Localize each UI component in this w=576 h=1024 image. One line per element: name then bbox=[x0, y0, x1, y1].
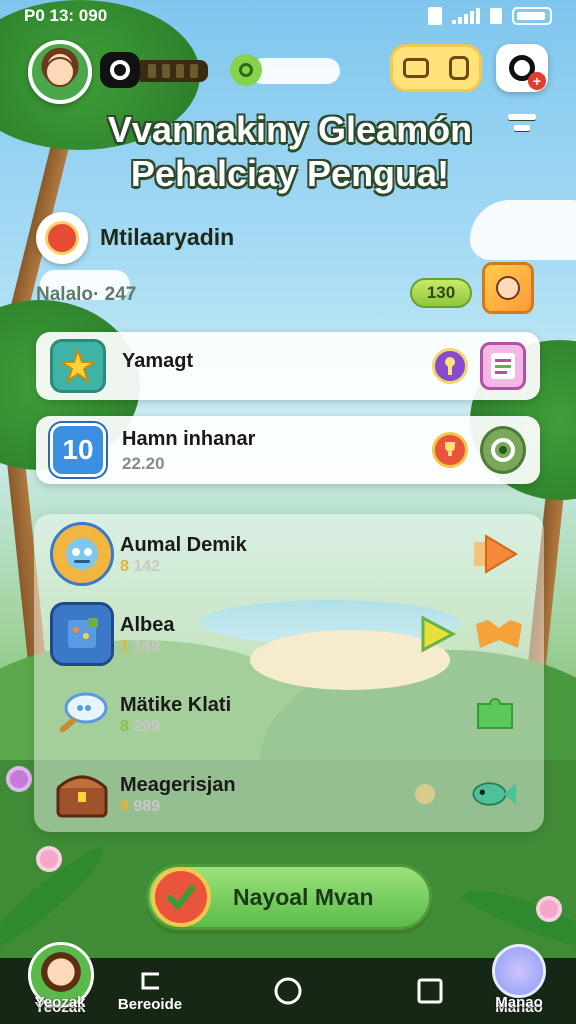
list-item[interactable]: Meagerisjan 8 989 bbox=[34, 754, 544, 834]
heart-icon bbox=[45, 221, 79, 255]
section-title: Mtilaaryadin bbox=[100, 224, 235, 250]
list-item[interactable]: Albea 1 149 bbox=[34, 594, 544, 674]
item-name: Mätike Klati bbox=[120, 694, 232, 716]
trophy-icon[interactable] bbox=[432, 432, 468, 468]
arrow-right-icon[interactable] bbox=[412, 612, 462, 656]
status-bar: P0 13: 090 bbox=[0, 0, 576, 32]
item-name: Albea bbox=[120, 614, 175, 636]
level-number: 10 bbox=[62, 434, 94, 465]
card-label: Hamn inhanar bbox=[122, 428, 256, 450]
status-icons bbox=[428, 7, 552, 25]
flower bbox=[540, 900, 558, 918]
item-name: Aumal Demik bbox=[120, 534, 247, 556]
title-line-2: Pehalciay Pengua! bbox=[130, 153, 450, 194]
item-number: 1 149 bbox=[120, 638, 161, 655]
nav-item-back[interactable]: Bereoide bbox=[110, 958, 190, 1024]
checkmark-icon bbox=[151, 867, 211, 927]
target-icon[interactable] bbox=[480, 426, 526, 474]
item-name: Meagerisjan bbox=[120, 774, 236, 796]
key-icon[interactable] bbox=[432, 348, 468, 384]
nav-item-recents[interactable] bbox=[404, 958, 456, 1024]
refresh-button[interactable] bbox=[230, 54, 262, 86]
item-number: 8 142 bbox=[120, 558, 161, 575]
item-number: 8 299 bbox=[120, 718, 161, 735]
card-item[interactable]: 10 Hamn inhanar 22.20 bbox=[36, 416, 540, 484]
card-item[interactable]: Yamagt bbox=[36, 332, 540, 400]
list-item[interactable]: Mätike Klati 8 299 bbox=[34, 674, 544, 754]
flower bbox=[40, 850, 58, 868]
notes-icon[interactable] bbox=[480, 342, 526, 390]
character-thumbnail[interactable] bbox=[482, 262, 534, 314]
primary-action-button[interactable]: Nayoal Mvan bbox=[146, 864, 432, 930]
section-icon bbox=[36, 212, 88, 264]
primary-action-label: Nayoal Mvan bbox=[233, 883, 374, 910]
cloud bbox=[250, 58, 340, 84]
section-sub-label: Nalalo· 247 bbox=[36, 284, 137, 305]
notification-badge: + bbox=[528, 72, 546, 90]
nav-label: Bereoide bbox=[117, 995, 183, 1013]
list-item[interactable]: Aumal Demik 8 142 bbox=[34, 514, 544, 594]
status-time: P0 13: 090 bbox=[24, 6, 108, 25]
battery-icon bbox=[512, 7, 552, 25]
camera-icon bbox=[110, 60, 130, 80]
level-icon: 10 bbox=[50, 423, 106, 477]
menu-bubble-icon[interactable] bbox=[492, 944, 546, 998]
refresh-icon bbox=[239, 63, 253, 77]
wifi-icon bbox=[490, 8, 502, 24]
wallet-icon bbox=[403, 58, 429, 78]
character-face-icon bbox=[496, 276, 520, 300]
title-line-1: Vvannakiny Gleamón bbox=[107, 109, 473, 150]
play-arrow-icon[interactable] bbox=[470, 532, 520, 576]
signal-icon bbox=[452, 8, 480, 24]
flower bbox=[10, 770, 28, 788]
nav-item-home[interactable] bbox=[262, 958, 314, 1024]
nav-label-overlay: Yeozak bbox=[34, 994, 86, 1011]
sim-icon bbox=[428, 7, 442, 25]
card-label: Yamagt bbox=[122, 350, 194, 372]
xp-progress-bar bbox=[140, 60, 208, 82]
inventory-pill[interactable] bbox=[390, 44, 482, 92]
count-pill: 130 bbox=[410, 278, 472, 308]
puzzle-icon[interactable] bbox=[470, 692, 520, 736]
robot-icon bbox=[50, 522, 114, 586]
star-icon bbox=[50, 339, 106, 393]
back-icon bbox=[141, 972, 159, 989]
card-value: 22.20 bbox=[122, 454, 165, 473]
nav-label-overlay: Manao bbox=[495, 994, 543, 1011]
fish-icon[interactable] bbox=[468, 772, 518, 816]
magnifier-icon bbox=[50, 682, 114, 746]
profile-button[interactable]: + bbox=[496, 44, 548, 92]
book-icon bbox=[50, 602, 114, 666]
ribbon-icon[interactable] bbox=[474, 612, 524, 656]
item-number: 8 989 bbox=[120, 798, 161, 815]
card-icon bbox=[449, 56, 469, 80]
cloud bbox=[470, 200, 576, 260]
camera-button[interactable] bbox=[100, 52, 140, 88]
sun-icon bbox=[400, 772, 450, 816]
player-avatar[interactable] bbox=[28, 40, 92, 104]
treasure-chest-icon bbox=[50, 762, 114, 826]
avatar-face-icon bbox=[45, 57, 75, 87]
item-list: Aumal Demik 8 142 Albea 1 149 Mätike Kla… bbox=[34, 514, 544, 832]
filter-button[interactable] bbox=[508, 114, 536, 144]
page-title: Vvannakiny Gleamón Pehalciay Pengua! bbox=[80, 108, 500, 196]
recents-square-icon bbox=[417, 978, 443, 1004]
home-circle-icon bbox=[274, 977, 302, 1005]
